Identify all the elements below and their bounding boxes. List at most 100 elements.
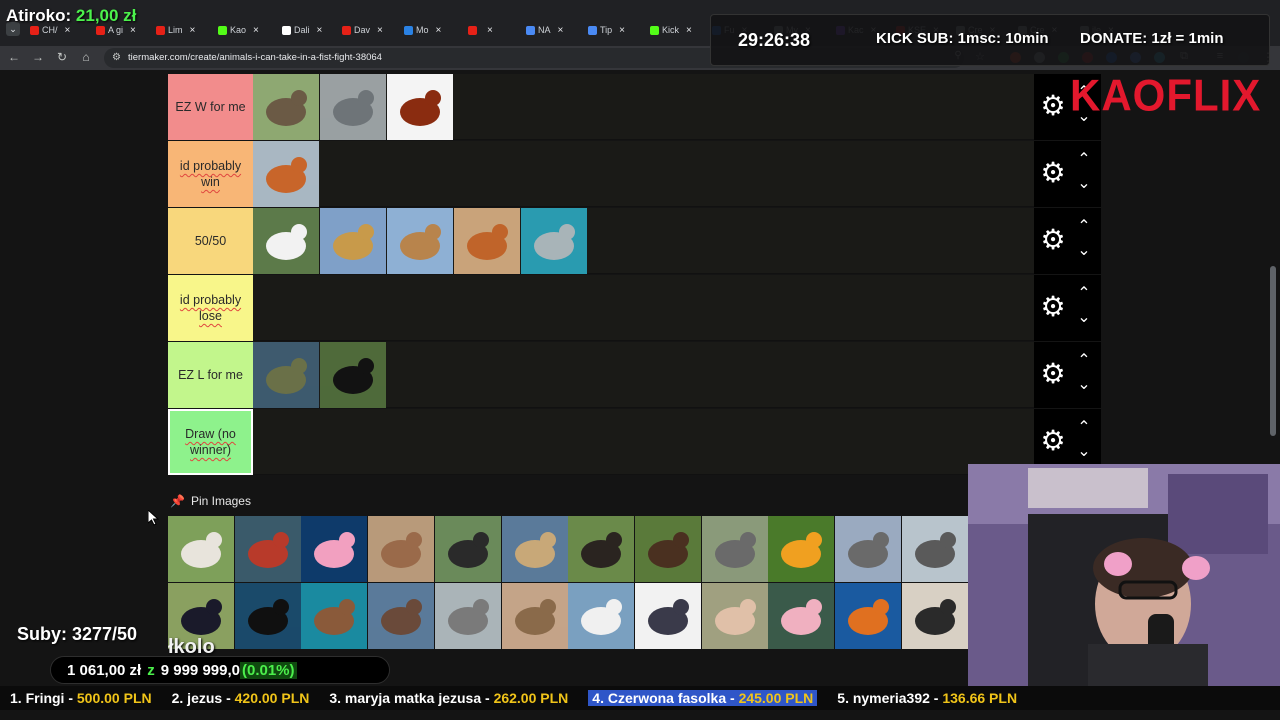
move-tier-up-chevron-icon[interactable]: ⌃ — [1074, 352, 1094, 370]
animal-ant-image[interactable] — [387, 74, 453, 140]
page-scrollbar[interactable] — [1270, 266, 1276, 436]
tab-close-icon[interactable]: × — [487, 25, 493, 36]
move-tier-up-chevron-icon[interactable]: ⌃ — [1074, 285, 1094, 303]
animal-ostrich-image[interactable] — [434, 516, 501, 582]
tab-favicon-icon — [156, 25, 165, 35]
animal-panda-image[interactable] — [253, 208, 319, 274]
tab-close-icon[interactable]: × — [130, 25, 136, 36]
animal-orca-image[interactable] — [234, 583, 301, 649]
donor-amount: 21,00 zł — [75, 6, 137, 25]
animal-fox-image[interactable] — [253, 141, 319, 207]
tier-label[interactable]: id probably win — [168, 141, 253, 207]
animal-jellyfish-image[interactable] — [301, 516, 368, 582]
tier-row: id probably lose ⚙ ⌃ ⌄ — [168, 275, 1101, 341]
animal-chimpanzee-image[interactable] — [568, 516, 635, 582]
animal-walrus-image[interactable] — [368, 583, 435, 649]
browser-tab[interactable]: Mo × — [404, 22, 462, 38]
animal-giraffe-image[interactable] — [320, 208, 386, 274]
tier-label[interactable]: 50/50 — [168, 208, 253, 274]
tab-favicon-icon — [218, 25, 227, 35]
animal-meerkat-image[interactable] — [501, 516, 568, 582]
animal-rhino-image[interactable] — [835, 516, 901, 582]
tier-settings-gear-icon[interactable]: ⚙ — [1038, 158, 1068, 188]
move-tier-down-chevron-icon[interactable]: ⌄ — [1074, 242, 1094, 260]
animal-axolotl-image[interactable] — [768, 583, 835, 649]
tier-settings-gear-icon[interactable]: ⚙ — [1038, 359, 1068, 389]
tier-label[interactable]: Draw (no winner) — [168, 409, 253, 475]
animal-raccoon-image[interactable] — [701, 516, 768, 582]
tab-favicon-icon — [342, 25, 351, 35]
site-info-icon[interactable]: ⚙ — [112, 52, 121, 63]
animal-octopus-image[interactable] — [835, 583, 901, 649]
ticker-donor-name: 4. Czerwona fasolka - — [592, 690, 739, 706]
tab-label: Kao — [230, 25, 247, 35]
subs-counter: Suby: 3277/50 — [17, 624, 138, 644]
animal-man-image[interactable] — [634, 583, 701, 649]
browser-tab[interactable]: Dav × — [342, 22, 400, 38]
browser-tab[interactable]: Lim × — [156, 22, 214, 38]
tier-label[interactable]: id probably lose — [168, 275, 253, 341]
tab-close-icon[interactable]: × — [686, 25, 692, 36]
animal-turtle-image[interactable] — [301, 583, 368, 649]
animal-dog-image[interactable] — [454, 208, 520, 274]
tab-close-icon[interactable]: × — [317, 25, 323, 36]
image-pool — [168, 516, 968, 650]
move-tier-down-chevron-icon[interactable]: ⌄ — [1074, 376, 1094, 394]
tier-controls: ⚙ ⌃ ⌄ — [1034, 208, 1101, 274]
tab-close-icon[interactable]: × — [377, 25, 383, 36]
animal-toucan-image[interactable] — [768, 516, 835, 582]
animal-snake-image[interactable] — [501, 583, 568, 649]
animal-wolf-image[interactable] — [434, 583, 501, 649]
animal-camel-image[interactable] — [387, 208, 453, 274]
animal-cow-image[interactable] — [568, 583, 635, 649]
tab-label: Tip — [600, 25, 613, 35]
move-tier-down-chevron-icon[interactable]: ⌄ — [1074, 443, 1094, 461]
animal-goose-image[interactable] — [253, 74, 319, 140]
tier-settings-gear-icon[interactable]: ⚙ — [1038, 292, 1068, 322]
browser-tab[interactable]: Dali × — [282, 22, 340, 38]
tab-close-icon[interactable]: × — [436, 25, 442, 36]
move-tier-up-chevron-icon[interactable]: ⌃ — [1074, 218, 1094, 236]
animal-seal-image[interactable] — [901, 516, 968, 582]
tab-close-icon[interactable]: × — [65, 25, 71, 36]
pin-images-toggle[interactable]: 📌 Pin Images — [170, 493, 251, 509]
goal-current: 1 061,00 zł — [67, 662, 142, 679]
animal-pigeon-image[interactable] — [320, 74, 386, 140]
animal-dolphin-image[interactable] — [521, 208, 587, 274]
animal-crocodile-image[interactable] — [253, 342, 319, 408]
tab-close-icon[interactable]: × — [619, 25, 625, 36]
forward-icon[interactable]: → — [30, 50, 46, 64]
last-donation: Atiroko: 21,00 zł — [6, 6, 136, 26]
animal-lobster-image[interactable] — [234, 516, 301, 582]
tier-settings-gear-icon[interactable]: ⚙ — [1038, 426, 1068, 456]
move-tier-down-chevron-icon[interactable]: ⌄ — [1074, 309, 1094, 327]
browser-tab[interactable]: × — [468, 22, 526, 38]
tab-close-icon[interactable]: × — [253, 25, 259, 36]
browser-tab[interactable]: NA × — [526, 22, 584, 38]
move-tier-down-chevron-icon[interactable]: ⌄ — [1074, 175, 1094, 193]
tier-row: Draw (no winner) ⚙ ⌃ ⌄ — [168, 409, 1101, 475]
tier-label[interactable]: EZ W for me — [168, 74, 253, 140]
animal-goat-image[interactable] — [168, 516, 234, 582]
tab-close-icon[interactable]: × — [558, 25, 564, 36]
tier-settings-gear-icon[interactable]: ⚙ — [1038, 91, 1068, 121]
browser-tab[interactable]: Kick × — [650, 22, 708, 38]
move-tier-up-chevron-icon[interactable]: ⌃ — [1074, 419, 1094, 437]
animal-moose-image[interactable] — [634, 516, 701, 582]
animal-bear-image[interactable] — [320, 342, 386, 408]
animal-porcupine-image[interactable] — [901, 583, 968, 649]
pin-images-label: Pin Images — [190, 494, 251, 508]
home-icon[interactable]: ⌂ — [78, 50, 94, 64]
tab-favicon-icon — [30, 25, 39, 35]
tier-controls: ⚙ ⌃ ⌄ — [1034, 275, 1101, 341]
tab-close-icon[interactable]: × — [190, 25, 196, 36]
tier-label[interactable]: EZ L for me — [168, 342, 253, 408]
move-tier-up-chevron-icon[interactable]: ⌃ — [1074, 151, 1094, 169]
browser-tab[interactable]: Kao × — [218, 22, 276, 38]
browser-tab[interactable]: Tip × — [588, 22, 646, 38]
animal-pig-image[interactable] — [701, 583, 768, 649]
animal-kangaroo-image[interactable] — [368, 516, 435, 582]
reload-icon[interactable]: ↻ — [54, 50, 70, 64]
back-icon[interactable]: ← — [6, 50, 22, 64]
tier-settings-gear-icon[interactable]: ⚙ — [1038, 225, 1068, 255]
